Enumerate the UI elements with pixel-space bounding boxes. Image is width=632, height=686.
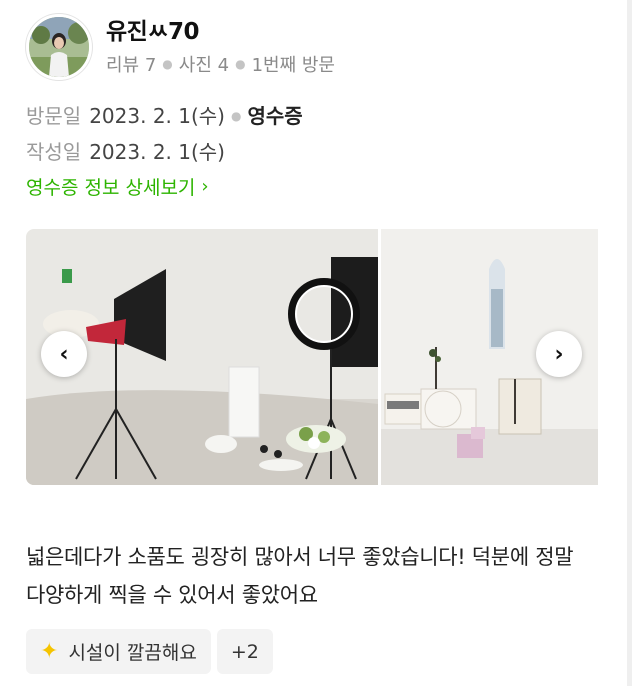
review-count: 리뷰 7 [106, 55, 157, 76]
reviewer-profile[interactable]: 유진ㅆ70 리뷰 7 ● 사진 4 ● 1번째 방문 [26, 14, 335, 80]
chevron-right-icon: › [201, 176, 209, 197]
more-tags-label: +2 [230, 640, 259, 663]
avatar[interactable] [26, 14, 92, 80]
photo-gallery[interactable] [26, 229, 598, 485]
visit-date-label: 방문일 [26, 104, 82, 128]
written-date-label: 작성일 [26, 140, 82, 164]
chevron-left-icon: ‹ [59, 341, 69, 367]
receipt-badge: 영수증 [247, 104, 303, 128]
chevron-right-icon: › [554, 341, 564, 367]
visit-date: 2023. 2. 1(수) [89, 104, 225, 128]
review-text: 넓은데다가 소품도 굉장히 많아서 너무 좋았습니다! 덕분에 정말 다양하게 … [26, 545, 574, 607]
reviewer-name[interactable]: 유진ㅆ70 [106, 17, 335, 47]
written-date: 2023. 2. 1(수) [89, 140, 225, 164]
gallery-prev-button[interactable]: ‹ [41, 331, 87, 377]
keyword-tag[interactable]: ✦ 시설이 깔끔해요 [26, 629, 211, 674]
sparkles-icon: ✦ [40, 639, 59, 664]
scroll-edge [627, 0, 632, 686]
reviewer-stats: 리뷰 7 ● 사진 4 ● 1번째 방문 [106, 51, 335, 77]
gallery-next-button[interactable]: › [536, 331, 582, 377]
visit-date-row: 방문일 2023. 2. 1(수) ● 영수증 [26, 103, 303, 129]
keyword-tag-label: 시설이 깔끔해요 [68, 642, 197, 664]
separator-dot: ● [162, 57, 173, 71]
separator-dot: ● [231, 109, 242, 123]
photo-count: 사진 4 [178, 55, 230, 76]
receipt-detail-link[interactable]: 영수증 정보 상세보기 › [26, 173, 209, 200]
written-date-row: 작성일 2023. 2. 1(수) [26, 139, 225, 165]
visit-count: 1번째 방문 [251, 55, 335, 76]
keyword-tags: ✦ 시설이 깔끔해요 +2 [26, 629, 279, 674]
more-tags-button[interactable]: +2 [216, 629, 273, 674]
separator-dot: ● [235, 57, 246, 71]
receipt-detail-label[interactable]: 영수증 정보 상세보기 [26, 173, 195, 200]
